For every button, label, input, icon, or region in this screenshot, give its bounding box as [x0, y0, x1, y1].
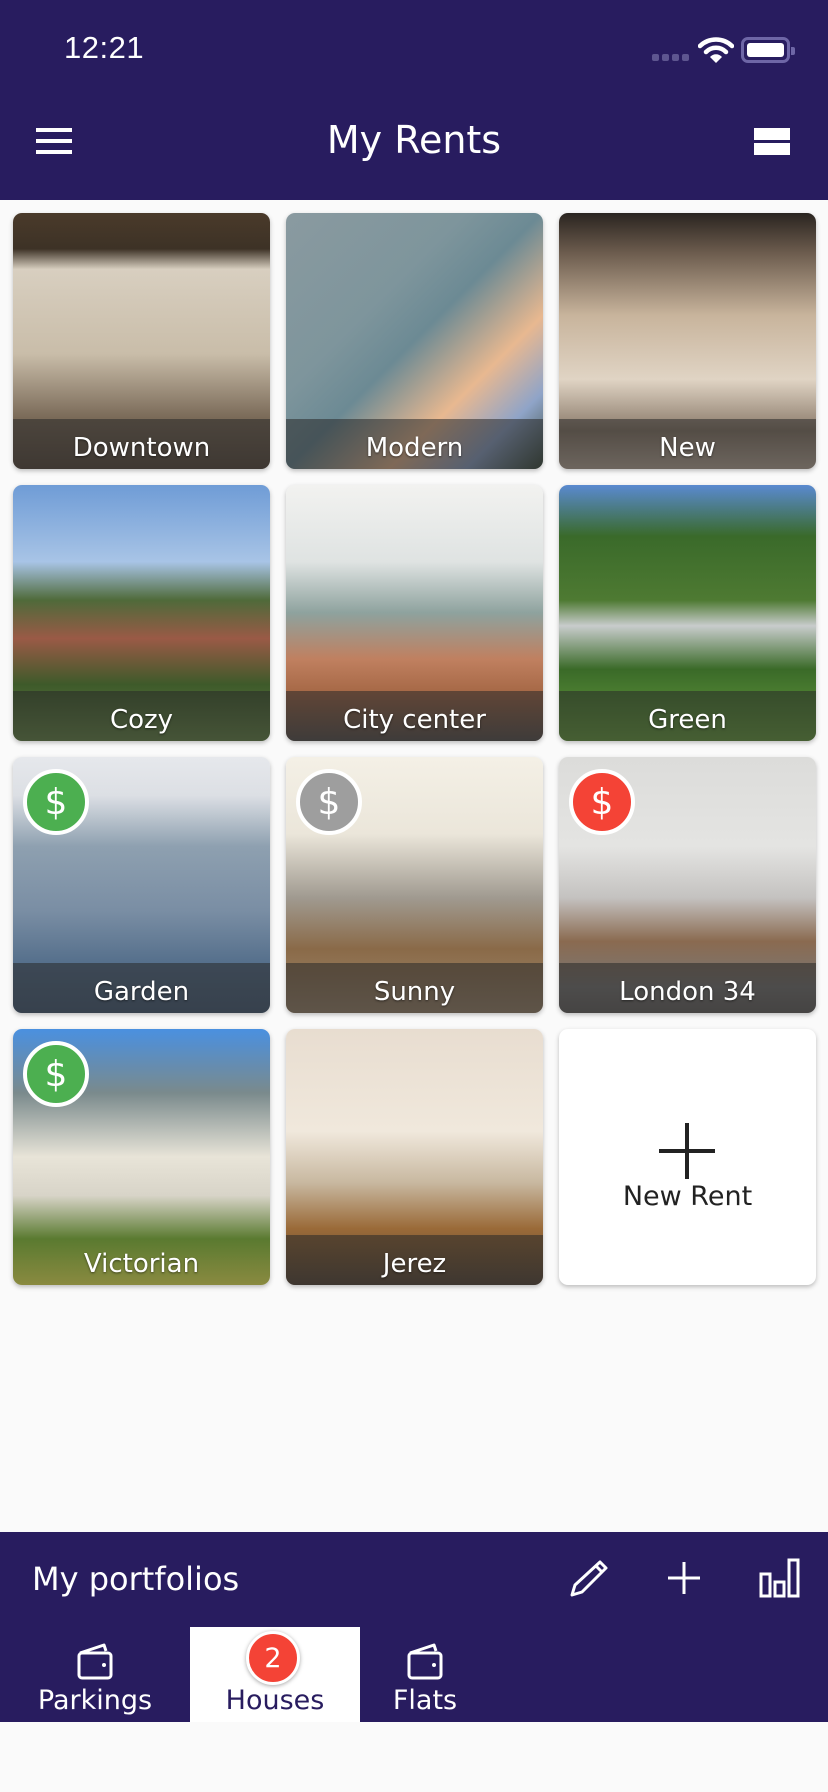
rent-name: Green	[648, 705, 727, 735]
stats-icon[interactable]	[758, 1556, 802, 1600]
houses-count-badge: 2	[246, 1631, 300, 1685]
rent-tile[interactable]: $ Garden	[13, 757, 270, 1013]
wallet-icon	[407, 1643, 443, 1680]
rent-name: Cozy	[109, 705, 174, 735]
battery-icon	[741, 37, 795, 63]
rent-tile[interactable]: Cozy	[13, 485, 270, 741]
edit-icon[interactable]	[566, 1556, 610, 1600]
portfolios-title: My portfolios	[32, 1560, 240, 1598]
view-toggle-button[interactable]	[754, 128, 790, 156]
page-title: My Rents	[326, 118, 502, 162]
payment-paid-badge: $	[23, 1041, 89, 1107]
rent-tile[interactable]: Green	[559, 485, 816, 741]
rent-name: London 34	[619, 977, 756, 1007]
wallet-icon	[77, 1643, 113, 1680]
rents-grid: Downtown Modern New Cozy City center Gre…	[13, 213, 816, 1285]
add-icon[interactable]	[662, 1556, 706, 1600]
plus-icon	[659, 1123, 715, 1179]
payment-paid-badge: $	[23, 769, 89, 835]
rent-tile[interactable]: $ London 34	[559, 757, 816, 1013]
tab-label: Parkings	[37, 1685, 153, 1716]
new-rent-button[interactable]: New Rent	[559, 1029, 816, 1285]
rent-name: City center	[343, 705, 486, 735]
payment-overdue-badge: $	[569, 769, 635, 835]
rent-tile[interactable]: $ Sunny	[286, 757, 543, 1013]
tab-label: Houses	[225, 1685, 325, 1716]
rent-tile[interactable]: City center	[286, 485, 543, 741]
cellular-signal-icon	[652, 54, 689, 61]
app-header: 12:21 My Rents	[0, 0, 828, 200]
rent-name: Modern	[365, 433, 464, 463]
tab-label: Flats	[392, 1685, 458, 1716]
rent-tile[interactable]: Jerez	[286, 1029, 543, 1285]
rent-name: Sunny	[373, 977, 456, 1007]
rent-name: Victorian	[83, 1249, 200, 1279]
tab-parkings[interactable]: Parkings	[20, 1627, 170, 1722]
wifi-icon	[698, 37, 734, 63]
portfolios-bar: My portfolios Parkings 2 Houses Flats	[0, 1532, 828, 1722]
rent-tile[interactable]: Modern	[286, 213, 543, 469]
tab-flats[interactable]: Flats	[370, 1627, 480, 1722]
rent-tile[interactable]: Downtown	[13, 213, 270, 469]
new-rent-label: New Rent	[622, 1181, 753, 1212]
app: 12:21 My Rents Downtown Modern New Cozy …	[0, 0, 828, 1792]
portfolio-tabs: Parkings 2 Houses Flats	[0, 1627, 828, 1722]
tab-houses[interactable]: 2 Houses	[190, 1627, 360, 1722]
rent-name: Jerez	[382, 1249, 447, 1279]
payment-pending-badge: $	[296, 769, 362, 835]
rent-name: Downtown	[72, 433, 211, 463]
rent-name: New	[659, 433, 716, 463]
status-time: 12:21	[64, 30, 145, 65]
rent-name: Garden	[93, 977, 190, 1007]
rent-tile[interactable]: $ Victorian	[13, 1029, 270, 1285]
rent-tile[interactable]: New	[559, 213, 816, 469]
